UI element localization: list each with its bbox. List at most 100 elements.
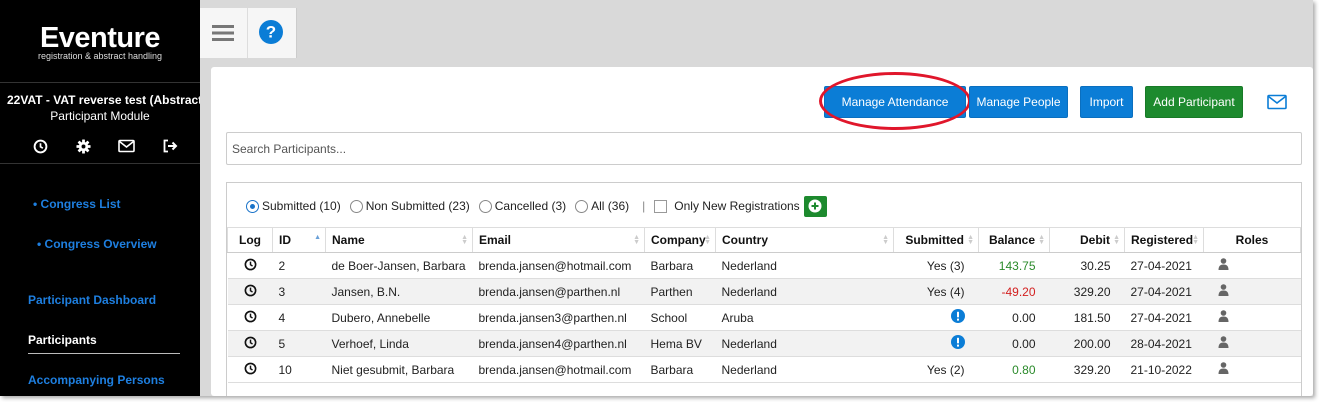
- person-icon[interactable]: [1218, 258, 1229, 273]
- sidebar-item-congress-list[interactable]: • Congress List: [33, 197, 121, 211]
- cell-id: 4: [272, 304, 326, 331]
- filter-only-new-label: Only New Registrations: [674, 199, 800, 213]
- sidebar-item-accompanying-persons[interactable]: Accompanying Persons: [28, 373, 165, 387]
- person-icon[interactable]: [1218, 336, 1229, 351]
- email-icon[interactable]: [1267, 94, 1289, 112]
- sidebar: Eventure registration & abstract handlin…: [0, 0, 200, 396]
- log-clock-icon[interactable]: [244, 284, 257, 300]
- column-header-email[interactable]: Email ▲ ▼: [472, 227, 645, 253]
- submitted-value: Yes (2): [926, 362, 965, 377]
- cell-registered: 21-10-2022: [1124, 356, 1204, 383]
- sidebar-divider: [0, 163, 200, 164]
- column-header-roles: Roles: [1203, 227, 1301, 253]
- column-header-debit[interactable]: Debit ▲ ▼: [1049, 227, 1125, 253]
- filter-non-submitted[interactable]: Non Submitted (23): [349, 199, 470, 213]
- sort-icon: ▲ ▼: [1113, 234, 1120, 246]
- manage-people-button[interactable]: Manage People: [969, 86, 1068, 118]
- cell-id: 3: [272, 278, 326, 305]
- table-row[interactable]: 2 de Boer-Jansen, Barbara brenda.jansen@ho…: [227, 252, 1301, 279]
- cell-balance: 143.75: [978, 252, 1050, 279]
- gear-icon[interactable]: [73, 137, 93, 155]
- radio-submitted[interactable]: [246, 199, 259, 213]
- column-header-id[interactable]: ID ▲: [272, 227, 326, 253]
- filter-only-new[interactable]: Only New Registrations: [654, 199, 800, 213]
- cell-submitted: Yes (3): [893, 252, 979, 279]
- sort-icon: ▲ ▼: [704, 234, 711, 246]
- column-header-name[interactable]: Name ▲ ▼: [325, 227, 473, 253]
- sidebar-item-congress-overview[interactable]: • Congress Overview: [37, 237, 157, 251]
- radio-non-submitted[interactable]: [349, 199, 363, 213]
- cell-name[interactable]: Dubero, Annebelle: [325, 304, 473, 331]
- hamburger-menu-icon[interactable]: [212, 23, 234, 43]
- cell-submitted: Yes (2): [893, 356, 979, 383]
- radio-all[interactable]: [575, 199, 589, 213]
- person-icon[interactable]: [1218, 362, 1229, 377]
- cell-registered: 27-04-2021: [1124, 304, 1204, 331]
- radio-cancelled[interactable]: [478, 199, 492, 213]
- cell-company: School: [644, 304, 716, 331]
- cell-id: 2: [272, 252, 326, 279]
- participants-panel: Submitted (10) Non Submitted (23) Cancel…: [226, 182, 1302, 396]
- log-clock-icon[interactable]: [244, 258, 257, 274]
- person-icon[interactable]: [1218, 284, 1229, 299]
- log-clock-icon[interactable]: [244, 310, 257, 326]
- filter-separator: |: [642, 199, 646, 213]
- cell-balance: 0.00: [978, 304, 1050, 331]
- filter-all-label: All (36): [591, 199, 630, 213]
- column-header-log[interactable]: Log: [227, 227, 273, 253]
- cell-registered: 27-04-2021: [1124, 278, 1204, 305]
- filter-submitted[interactable]: Submitted (10): [246, 199, 341, 213]
- only-new-checkbox[interactable]: [654, 199, 668, 213]
- table-row[interactable]: 3 Jansen, B.N. brenda.jansen@parthen.nl Par…: [227, 278, 1301, 305]
- clock-icon[interactable]: [30, 137, 50, 155]
- column-header-country[interactable]: Country ▲ ▼: [715, 227, 894, 253]
- logout-icon[interactable]: [160, 137, 180, 155]
- sidebar-item-participant-dashboard[interactable]: Participant Dashboard: [28, 293, 156, 307]
- add-participant-button[interactable]: Add Participant: [1145, 86, 1243, 118]
- sort-icon: ▲ ▼: [1038, 234, 1045, 246]
- event-title[interactable]: 22VAT - VAT reverse test (Abstract...: [0, 93, 200, 107]
- plus-icon[interactable]: [803, 195, 827, 217]
- cell-balance: 0.80: [978, 356, 1050, 383]
- table-row[interactable]: 4 Dubero, Annebelle brenda.jansen3@parthen…: [227, 304, 1301, 331]
- cell-name[interactable]: Jansen, B.N.: [325, 278, 473, 305]
- cell-balance: 0.00: [978, 330, 1050, 357]
- cell-submitted: Yes (4): [893, 278, 979, 305]
- search-input[interactable]: [226, 132, 1302, 165]
- sidebar-divider: [0, 82, 200, 83]
- table-row[interactable]: 5 Verhoef, Linda brenda.jansen4@parthen.nl…: [227, 330, 1301, 357]
- toolbar-divider: [247, 8, 248, 58]
- filter-cancelled[interactable]: Cancelled (3): [478, 199, 566, 213]
- cell-name[interactable]: Niet gesubmit, Barbara: [325, 356, 473, 383]
- column-header-registered[interactable]: Registered ▲ ▼: [1124, 227, 1204, 253]
- envelope-icon[interactable]: [117, 137, 137, 155]
- main-content: Manage Attendance Manage People Import A…: [211, 67, 1313, 396]
- table-row[interactable]: 10 Niet gesubmit, Barbara brenda.jansen@ho…: [227, 356, 1301, 383]
- filter-all[interactable]: All (36): [575, 199, 629, 213]
- log-clock-icon[interactable]: [244, 336, 257, 352]
- column-header-submitted[interactable]: Submitted ▲ ▼: [893, 227, 979, 253]
- cell-name[interactable]: de Boer-Jansen, Barbara: [325, 252, 473, 279]
- not-submitted-alert-icon: [950, 309, 965, 326]
- logo-main: Eventure: [39, 22, 161, 54]
- person-icon[interactable]: [1218, 310, 1229, 325]
- column-header-company[interactable]: Company ▲ ▼: [644, 227, 716, 253]
- column-header-balance[interactable]: Balance ▲ ▼: [978, 227, 1050, 253]
- sidebar-icon-bar: [30, 137, 180, 155]
- help-icon[interactable]: ?: [258, 19, 284, 45]
- cell-country: Nederland: [715, 330, 894, 357]
- cell-name[interactable]: Verhoef, Linda: [325, 330, 473, 357]
- sort-icon: ▲ ▼: [882, 234, 889, 246]
- log-clock-icon[interactable]: [244, 362, 257, 378]
- cell-submitted: [893, 330, 979, 357]
- import-button[interactable]: Import: [1080, 86, 1133, 118]
- cell-email: brenda.jansen3@parthen.nl: [472, 304, 645, 331]
- cell-email: brenda.jansen@hotmail.com: [472, 356, 645, 383]
- cell-country: Aruba: [715, 304, 894, 331]
- svg-text:?: ?: [266, 23, 276, 42]
- filter-non-submitted-label: Non Submitted (23): [365, 199, 470, 213]
- cell-balance: -49.20: [978, 278, 1050, 305]
- cell-email: brenda.jansen@parthen.nl: [472, 278, 645, 305]
- sidebar-item-participants[interactable]: Participants: [28, 333, 97, 347]
- top-toolbar: ?: [200, 8, 297, 58]
